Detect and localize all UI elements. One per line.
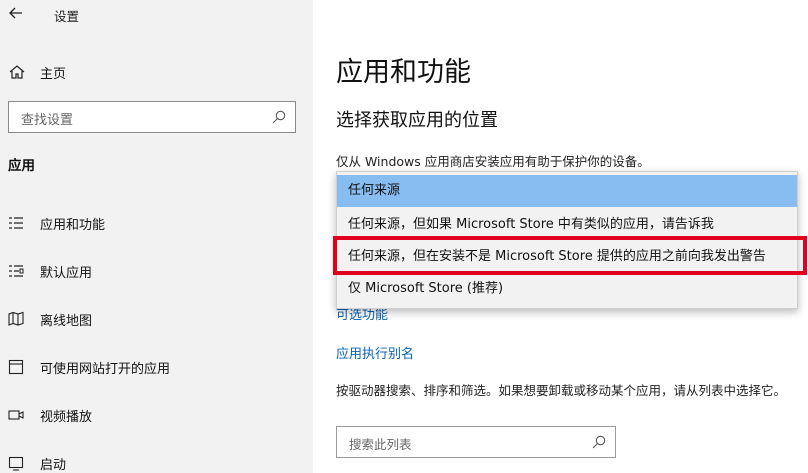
sidebar-item-label: 视频播放	[40, 409, 93, 425]
sidebar-item-label: 应用和功能	[40, 217, 106, 233]
sidebar-item-label: 启动	[40, 457, 67, 473]
map-icon	[8, 311, 24, 326]
dropdown-option-anywhere[interactable]: 任何来源	[337, 175, 797, 207]
sidebar-item-video-playback[interactable]: 视频播放	[0, 397, 313, 433]
startup-icon	[8, 456, 24, 471]
back-arrow-icon	[9, 7, 22, 19]
search-icon	[592, 435, 606, 449]
window-title: 设置	[54, 9, 80, 24]
home-icon	[9, 65, 25, 79]
settings-search-placeholder: 查找设置	[21, 113, 74, 128]
install-source-hint: 仅从 Windows 应用商店安装应用有助于保护你的设备。	[336, 154, 650, 169]
web-app-icon	[8, 359, 24, 375]
default-apps-icon	[9, 265, 24, 277]
sidebar-item-default-apps[interactable]: 默认应用	[0, 253, 313, 289]
video-icon	[8, 410, 24, 420]
home-label: 主页	[40, 66, 67, 82]
app-execution-aliases-link[interactable]: 应用执行别名	[336, 343, 414, 362]
apps-list-description: 按驱动器搜索、排序和筛选。如果想要卸载或移动某个应用，请从列表中选择它。	[336, 383, 787, 398]
settings-search-input[interactable]: 查找设置	[8, 101, 296, 133]
sidebar-item-offline-maps[interactable]: 离线地图	[0, 301, 313, 337]
sidebar-item-label: 可使用网站打开的应用	[40, 361, 171, 377]
sidebar: 设置 主页 查找设置 应用 应用和功能 默认应用 离线地图 可使用网站打开的应用…	[0, 0, 313, 473]
sidebar-item-startup[interactable]: 启动	[0, 445, 313, 473]
section-title-apps: 应用	[8, 158, 35, 174]
apps-list-search-input[interactable]: 搜索此列表	[336, 426, 616, 458]
home-nav-item[interactable]: 主页	[8, 61, 66, 83]
dropdown-option-store-only[interactable]: 仅 Microsoft Store (推荐)	[337, 273, 797, 305]
highlight-box	[333, 236, 807, 275]
back-button[interactable]	[8, 5, 26, 25]
apps-list-search-placeholder: 搜索此列表	[349, 437, 412, 452]
sidebar-item-web-apps[interactable]: 可使用网站打开的应用	[0, 349, 313, 385]
apps-list-icon	[9, 217, 23, 229]
search-icon	[272, 110, 286, 124]
page-title: 应用和功能	[336, 57, 471, 88]
sidebar-item-apps-features[interactable]: 应用和功能	[0, 205, 313, 241]
section-subtitle: 选择获取应用的位置	[336, 110, 498, 131]
sidebar-item-label: 默认应用	[40, 265, 93, 281]
sidebar-item-label: 离线地图	[40, 313, 93, 329]
